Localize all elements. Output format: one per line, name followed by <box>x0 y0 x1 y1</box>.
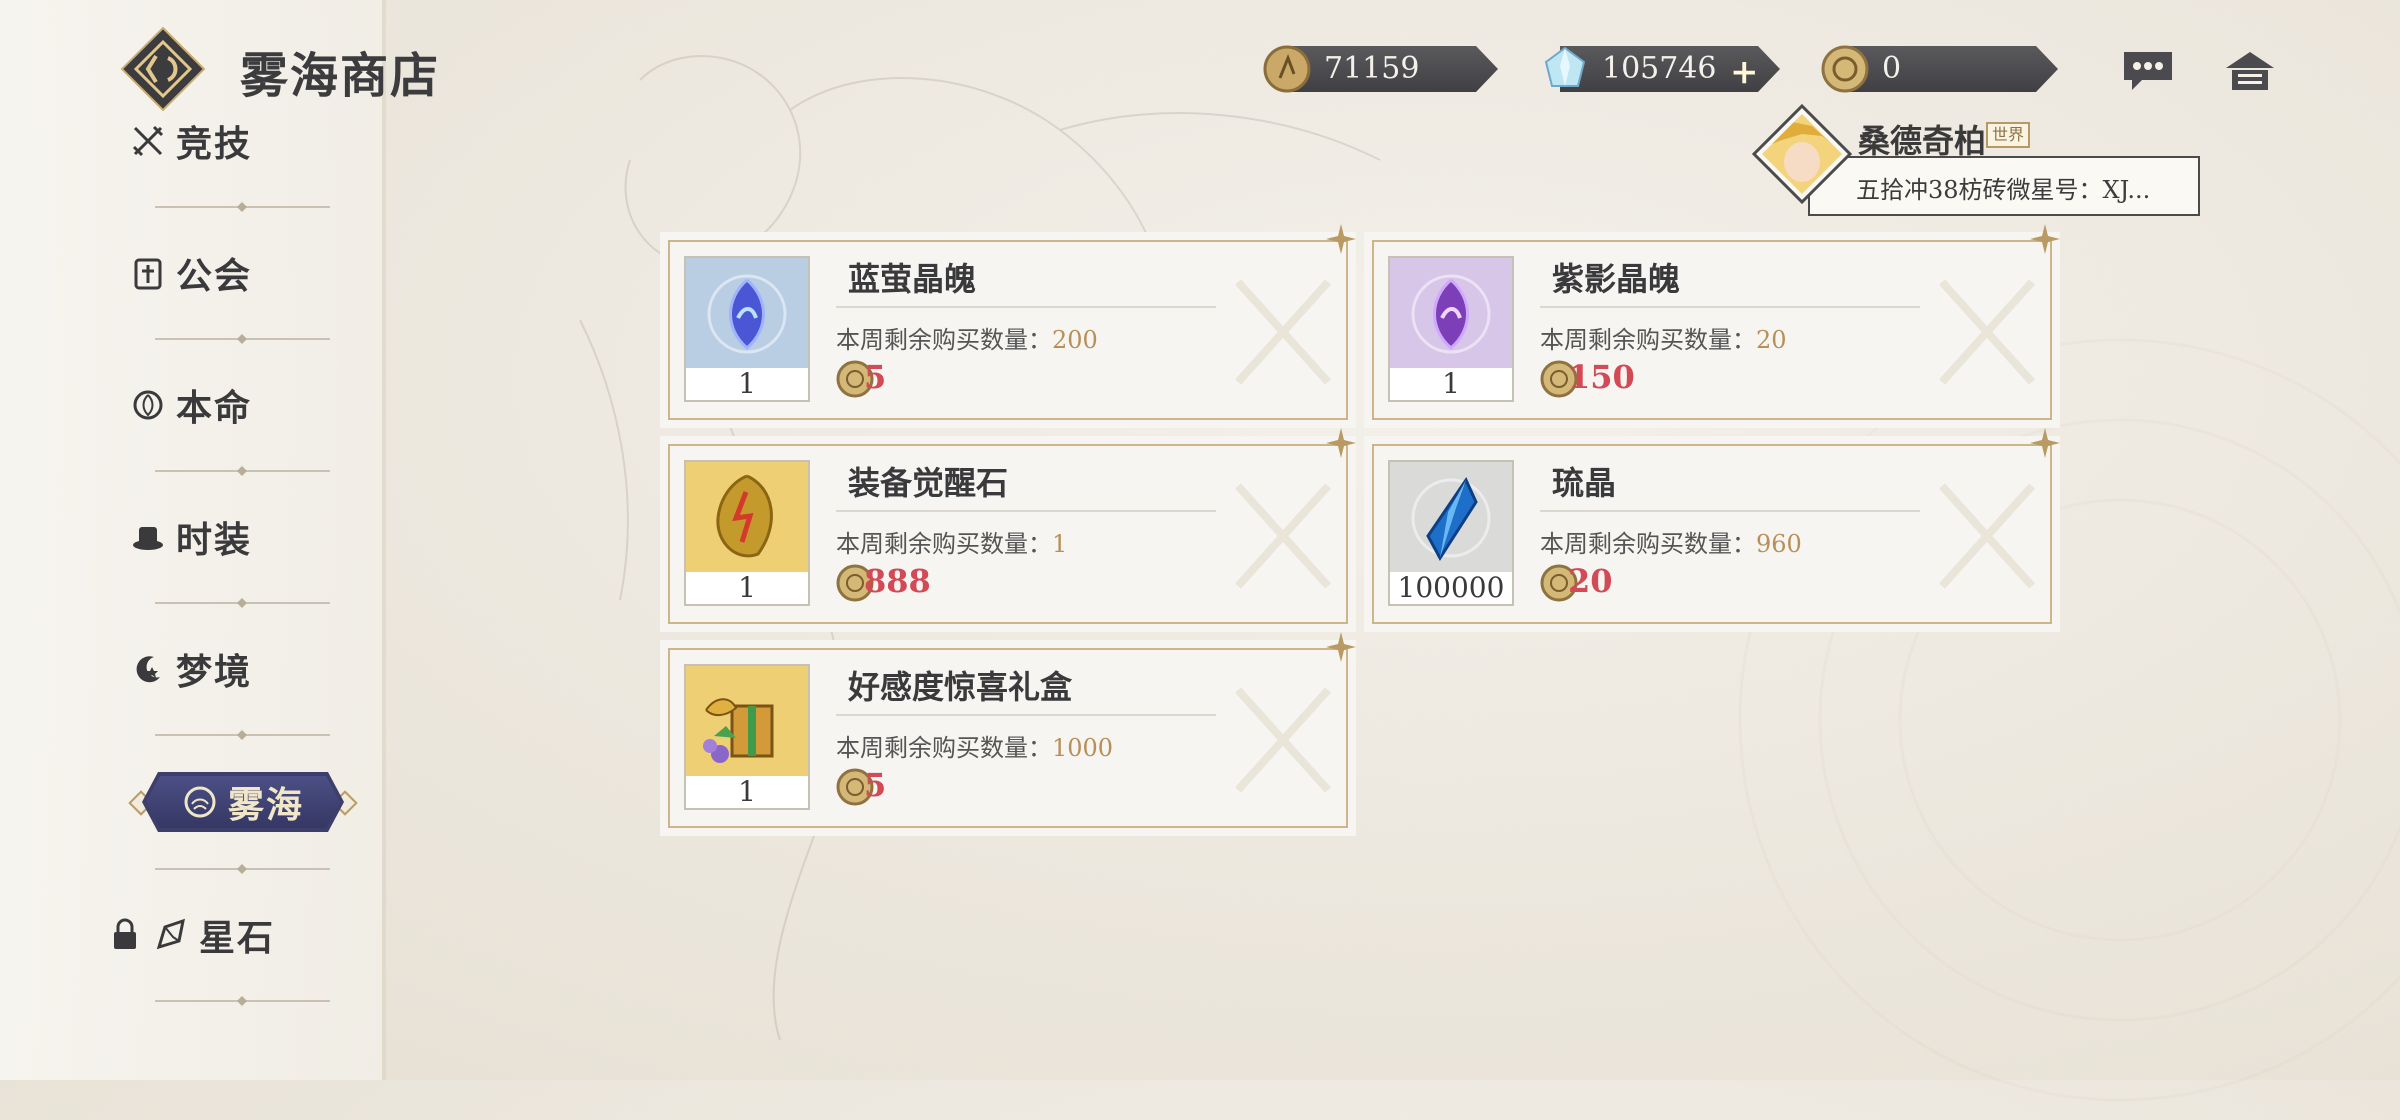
divider <box>155 334 330 344</box>
mist-sea-icon <box>182 784 218 820</box>
item-name: 琉晶 <box>1552 464 1617 502</box>
item-price: 5 <box>864 358 887 396</box>
currency-value: 0 <box>1882 51 1902 86</box>
sidebar-item-label: 本命 <box>175 387 252 429</box>
divider <box>155 730 330 740</box>
item-price: 20 <box>1568 562 1613 600</box>
weekly-remaining: 本周剩余购买数量：960 <box>1540 530 1802 558</box>
card-ornament <box>1939 483 2035 589</box>
hat-icon <box>130 519 166 555</box>
sidebar-item-star-stone[interactable]: 星石 <box>0 900 382 970</box>
item-icon-box: 1 <box>684 460 810 606</box>
currency-crystal[interactable]: 105746 + <box>1540 46 1780 92</box>
card-ornament <box>1235 687 1331 793</box>
page-title: 雾海商店 <box>240 48 441 104</box>
shop-item-blue-crystal[interactable]: 100000 琉晶 本周剩余购买数量：960 20 <box>1364 428 2060 632</box>
item-icon-box: 1 <box>1388 256 1514 402</box>
profile-name: 桑德奇柏 <box>1858 122 1987 160</box>
profile-card[interactable]: 桑德奇柏 世界 五拾冲38枋砖微星号：XJ... <box>1752 104 2200 216</box>
weekly-remaining: 本周剩余购买数量：200 <box>836 326 1098 354</box>
card-ornament <box>1235 279 1331 385</box>
item-icon-box: 1 <box>684 256 810 402</box>
gold-coin-icon <box>1263 45 1311 93</box>
sidebar-item-dreamland[interactable]: 梦境 <box>0 634 382 704</box>
profile-message: 五拾冲38枋砖微星号：XJ... <box>1856 176 2151 204</box>
item-price: 5 <box>864 766 887 804</box>
mist-token-icon <box>1821 45 1869 93</box>
item-name: 紫影晶魄 <box>1552 260 1681 298</box>
star-stone-icon <box>153 917 189 953</box>
divider <box>155 202 330 212</box>
item-quantity: 1 <box>686 572 808 604</box>
sidebar-divider <box>382 0 386 1080</box>
item-name: 蓝萤晶魄 <box>848 260 977 298</box>
shop-logo-icon <box>120 26 206 112</box>
avatar <box>1752 104 1852 204</box>
sidebar-item-label: 雾海 <box>227 784 304 826</box>
sidebar-item-label: 公会 <box>175 255 252 297</box>
crescent-star-icon <box>130 651 166 687</box>
shop-item-gift-box[interactable]: 1 好感度惊喜礼盒 本周剩余购买数量：1000 5 <box>660 632 1356 836</box>
blue-crystal-icon <box>1390 462 1512 574</box>
gift-box-icon <box>686 666 808 778</box>
divider <box>155 598 330 608</box>
blue-soul-crystal-icon <box>686 258 808 370</box>
sparkle-icon <box>1326 428 1356 458</box>
currency-value: 105746 <box>1602 51 1717 86</box>
item-quantity: 1 <box>686 776 808 808</box>
item-price: 150 <box>1568 358 1635 396</box>
currency-value: 71159 <box>1324 51 1420 86</box>
shop-item-blue-soul[interactable]: 1 蓝萤晶魄 本周剩余购买数量：200 5 <box>660 224 1356 428</box>
item-quantity: 1 <box>686 368 808 400</box>
purple-soul-crystal-icon <box>1390 258 1512 370</box>
card-ornament <box>1939 279 2035 385</box>
item-quantity: 1 <box>1390 368 1512 400</box>
sparkle-icon <box>1326 224 1356 254</box>
item-quantity: 100000 <box>1390 572 1512 604</box>
sidebar-item-guild[interactable]: 公会 <box>0 238 382 308</box>
shop-item-awakening-stone[interactable]: 1 装备觉醒石 本周剩余购买数量：1 888 <box>660 428 1356 632</box>
sparkle-icon <box>2030 224 2060 254</box>
item-name: 好感度惊喜礼盒 <box>848 668 1073 706</box>
sidebar-item-destiny[interactable]: 本命 <box>0 370 382 440</box>
lock-icon <box>107 917 143 953</box>
weekly-remaining: 本周剩余购买数量：1 <box>836 530 1068 558</box>
sidebar-item-label: 竞技 <box>175 123 252 165</box>
awakening-stone-icon <box>686 462 808 574</box>
divider <box>155 864 330 874</box>
item-price: 888 <box>864 562 931 600</box>
guild-shield-icon <box>130 255 166 291</box>
item-name: 装备觉醒石 <box>848 464 1009 502</box>
sidebar-item-label: 梦境 <box>175 651 252 693</box>
currency-gold[interactable]: 71159 <box>1262 45 1500 93</box>
item-icon-box: 1 <box>684 664 810 810</box>
shop-item-purple-soul[interactable]: 1 紫影晶魄 本周剩余购买数量：20 150 <box>1364 224 2060 428</box>
sidebar-item-arena[interactable]: 竞技 <box>0 106 382 176</box>
sparkle-icon <box>2030 428 2060 458</box>
chat-icon[interactable] <box>2120 46 2176 94</box>
card-ornament <box>1235 483 1331 589</box>
home-icon[interactable] <box>2222 46 2278 94</box>
sparkle-icon <box>1326 632 1356 662</box>
sidebar-item-mist-sea[interactable]: 雾海 <box>128 772 358 832</box>
world-badge: 世界 <box>1986 122 2031 148</box>
add-crystal-button[interactable]: + <box>1730 52 1759 92</box>
lotus-icon <box>130 387 166 423</box>
divider <box>155 466 330 476</box>
weekly-remaining: 本周剩余购买数量：20 <box>1540 326 1787 354</box>
sidebar-item-label: 星石 <box>198 917 275 959</box>
swords-icon <box>130 123 166 159</box>
weekly-remaining: 本周剩余购买数量：1000 <box>836 734 1114 762</box>
sidebar-item-fashion[interactable]: 时装 <box>0 502 382 572</box>
sidebar-item-label: 时装 <box>175 519 252 561</box>
divider <box>155 996 330 1006</box>
item-icon-box: 100000 <box>1388 460 1514 606</box>
crystal-gem-icon <box>1544 46 1586 87</box>
currency-mist-token[interactable]: 0 <box>1820 45 2060 93</box>
